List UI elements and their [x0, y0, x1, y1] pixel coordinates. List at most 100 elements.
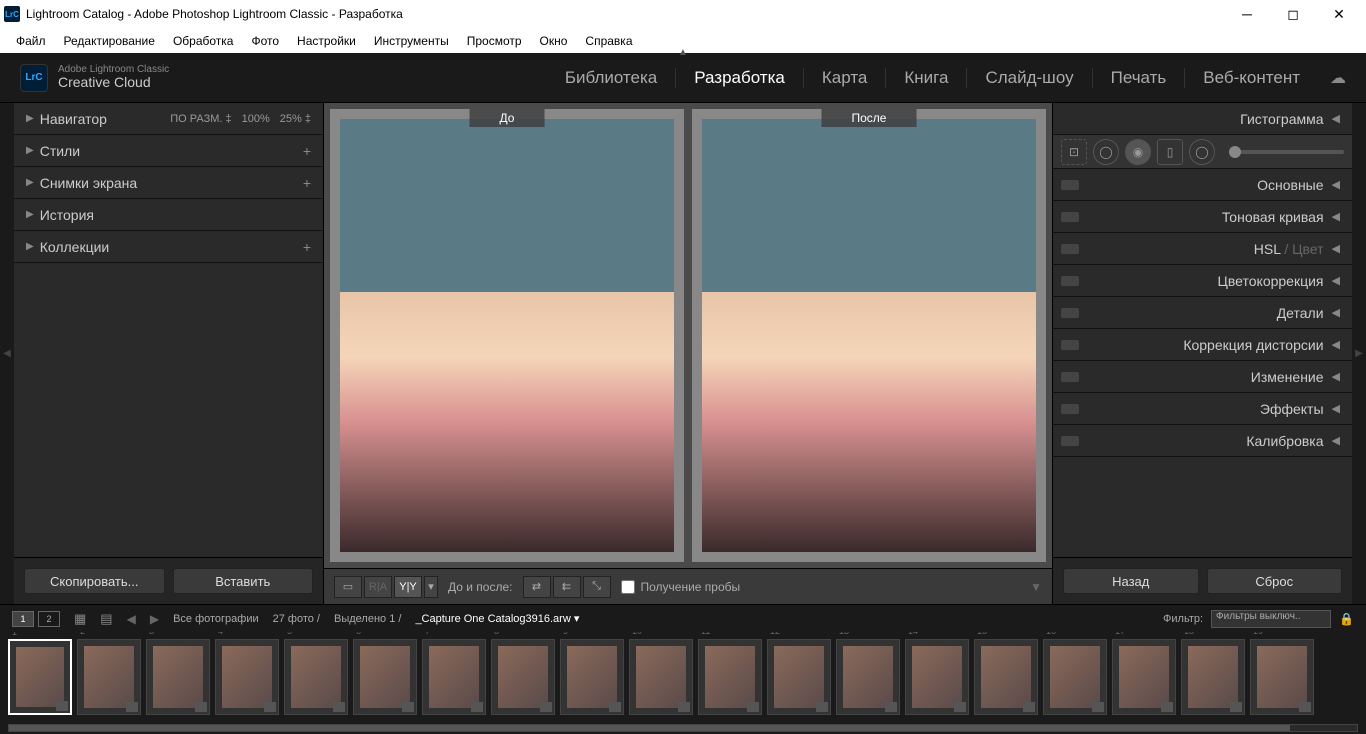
right-edge-collapse[interactable]: ▶: [1352, 103, 1366, 604]
section-toggle[interactable]: [1061, 436, 1079, 446]
section-эффекты[interactable]: Эффекты◀: [1053, 393, 1352, 425]
add-icon[interactable]: +: [303, 175, 311, 191]
close-button[interactable]: ✕: [1316, 0, 1362, 28]
thumbnail[interactable]: 4: [215, 639, 279, 715]
monitor-2-button[interactable]: 2: [38, 611, 60, 627]
minimize-button[interactable]: ─: [1224, 0, 1270, 28]
section-toggle[interactable]: [1061, 340, 1079, 350]
before-after-button[interactable]: Y|Y: [394, 576, 422, 598]
after-view[interactable]: После: [692, 109, 1046, 562]
thumbnail[interactable]: 9: [560, 639, 624, 715]
menu-инструменты[interactable]: Инструменты: [366, 31, 457, 51]
panel-коллекции[interactable]: ▶Коллекции+: [14, 231, 323, 263]
back-button[interactable]: Назад: [1063, 568, 1199, 594]
red-eye-icon[interactable]: ◉: [1125, 139, 1151, 165]
panel-стили[interactable]: ▶Стили+: [14, 135, 323, 167]
thumbnail[interactable]: 10: [629, 639, 693, 715]
collapse-top-icon[interactable]: ▲: [673, 47, 693, 58]
histogram-panel-header[interactable]: Гистограмма ◀: [1053, 103, 1352, 135]
module-печать[interactable]: Печать: [1093, 68, 1186, 88]
menu-справка[interactable]: Справка: [577, 31, 640, 51]
before-view[interactable]: До: [330, 109, 684, 562]
ref-view-button[interactable]: R|A: [364, 576, 392, 598]
thumbnail[interactable]: 3: [146, 639, 210, 715]
grid-view2-icon[interactable]: ▤: [100, 611, 112, 627]
module-веб-контент[interactable]: Веб-контент: [1185, 68, 1318, 88]
cloud-sync-icon[interactable]: ☁: [1330, 68, 1346, 88]
menu-настройки[interactable]: Настройки: [289, 31, 364, 51]
add-icon[interactable]: +: [303, 239, 311, 255]
maximize-button[interactable]: ◻: [1270, 0, 1316, 28]
section-toggle[interactable]: [1061, 404, 1079, 414]
thumbnail[interactable]: 2: [77, 639, 141, 715]
module-карта[interactable]: Карта: [804, 68, 887, 88]
section-тоновая кривая[interactable]: Тоновая кривая◀: [1053, 201, 1352, 233]
swap-before-after-button[interactable]: ⇄: [523, 576, 551, 598]
menu-файл[interactable]: Файл: [8, 31, 54, 51]
filter-select[interactable]: Фильтры выключ..: [1211, 610, 1331, 628]
thumbnail[interactable]: 1: [8, 639, 72, 715]
grid-view-icon[interactable]: ▦: [74, 611, 86, 627]
menu-обработка[interactable]: Обработка: [165, 31, 242, 51]
section-toggle[interactable]: [1061, 244, 1079, 254]
radial-filter-icon[interactable]: ◯: [1189, 139, 1215, 165]
section-hsl[interactable]: HSL / Цвет◀: [1053, 233, 1352, 265]
section-toggle[interactable]: [1061, 308, 1079, 318]
graduated-filter-icon[interactable]: ▯: [1157, 139, 1183, 165]
thumbnail[interactable]: 8: [491, 639, 555, 715]
section-toggle[interactable]: [1061, 180, 1079, 190]
thumbnail[interactable]: 6: [353, 639, 417, 715]
section-toggle[interactable]: [1061, 372, 1079, 382]
thumbnail[interactable]: 13: [836, 639, 900, 715]
ba-dropdown-icon[interactable]: ▾: [424, 576, 438, 598]
nav-fwd-icon[interactable]: ▶: [150, 612, 159, 626]
section-toggle[interactable]: [1061, 212, 1079, 222]
nav-back-icon[interactable]: ◀: [127, 612, 136, 626]
zoom-100[interactable]: 100%: [242, 113, 270, 125]
copy-before-after-button[interactable]: ⤡: [583, 576, 611, 598]
menu-просмотр[interactable]: Просмотр: [459, 31, 530, 51]
thumbnail[interactable]: 18: [1181, 639, 1245, 715]
add-icon[interactable]: +: [303, 143, 311, 159]
filmstrip-scrollbar[interactable]: [0, 722, 1366, 734]
soft-proof-checkbox[interactable]: [621, 580, 635, 594]
panel-снимки экрана[interactable]: ▶Снимки экрана+: [14, 167, 323, 199]
thumbnail[interactable]: 11: [698, 639, 762, 715]
loupe-view-button[interactable]: ▭: [334, 576, 362, 598]
navigator-panel-header[interactable]: ▶ Навигатор ПО РАЗМ. ‡ 100% 25% ‡: [14, 103, 323, 135]
left-edge-collapse[interactable]: ◀: [0, 103, 14, 604]
soft-proof-toggle[interactable]: Получение пробы: [621, 580, 741, 594]
paste-button[interactable]: Вставить: [173, 568, 314, 594]
crop-tool-icon[interactable]: ⊡: [1061, 139, 1087, 165]
module-слайд-шоу[interactable]: Слайд-шоу: [967, 68, 1092, 88]
reset-button[interactable]: Сброс: [1207, 568, 1343, 594]
filter-lock-icon[interactable]: 🔒: [1339, 612, 1354, 626]
copy-button[interactable]: Скопировать...: [24, 568, 165, 594]
thumbnail[interactable]: 16: [1043, 639, 1107, 715]
section-калибровка[interactable]: Калибровка◀: [1053, 425, 1352, 457]
thumbnail[interactable]: 7: [422, 639, 486, 715]
zoom-25[interactable]: 25% ‡: [280, 113, 311, 125]
menu-окно[interactable]: Окно: [532, 31, 576, 51]
module-книга[interactable]: Книга: [886, 68, 967, 88]
filename-label[interactable]: _Capture One Catalog3916.arw ▾: [415, 612, 579, 625]
spot-removal-icon[interactable]: ◯: [1093, 139, 1119, 165]
filmstrip[interactable]: 12345678910111213141516171819: [0, 632, 1366, 722]
menu-фото[interactable]: Фото: [243, 31, 287, 51]
section-изменение[interactable]: Изменение◀: [1053, 361, 1352, 393]
module-разработка[interactable]: Разработка: [676, 68, 804, 88]
menu-редактирование[interactable]: Редактирование: [56, 31, 163, 51]
section-детали[interactable]: Детали◀: [1053, 297, 1352, 329]
monitor-1-button[interactable]: 1: [12, 611, 34, 627]
section-toggle[interactable]: [1061, 276, 1079, 286]
source-label[interactable]: Все фотографии: [173, 613, 259, 625]
copy-after-before-button[interactable]: ⇇: [553, 576, 581, 598]
section-коррекция дисторсии[interactable]: Коррекция дисторсии◀: [1053, 329, 1352, 361]
panel-история[interactable]: ▶История: [14, 199, 323, 231]
thumbnail[interactable]: 19: [1250, 639, 1314, 715]
toolbar-more-icon[interactable]: ▼: [1030, 580, 1042, 594]
section-цветокоррекция[interactable]: Цветокоррекция◀: [1053, 265, 1352, 297]
fit-option[interactable]: ПО РАЗМ. ‡: [170, 113, 231, 125]
thumbnail[interactable]: 12: [767, 639, 831, 715]
brush-size-slider[interactable]: [1229, 150, 1344, 154]
